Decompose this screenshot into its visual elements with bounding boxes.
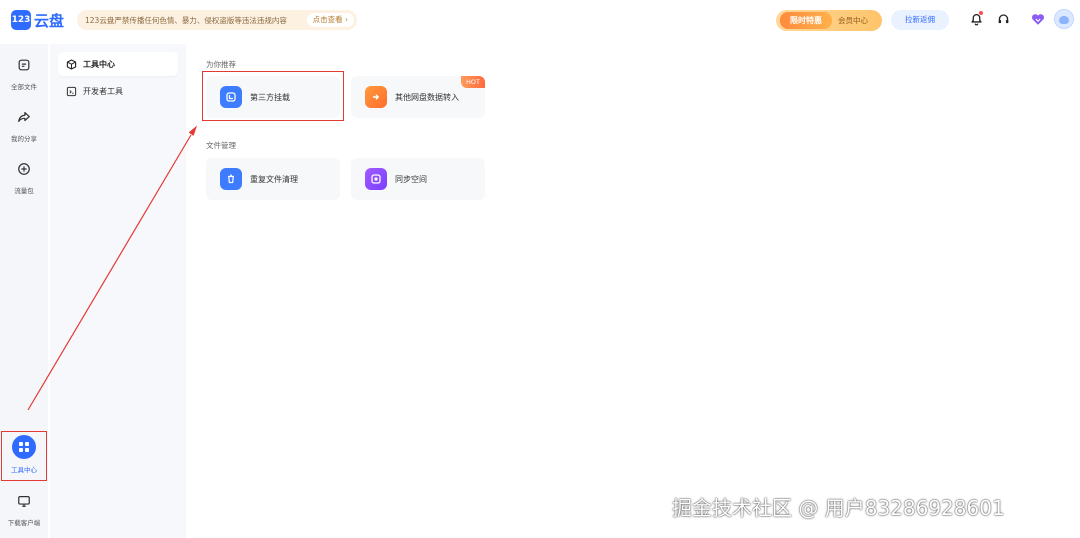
watermark-text: 掘金技术社区 @ 用户83286928601: [672, 496, 1005, 520]
annotation-arrow: [27, 125, 198, 411]
